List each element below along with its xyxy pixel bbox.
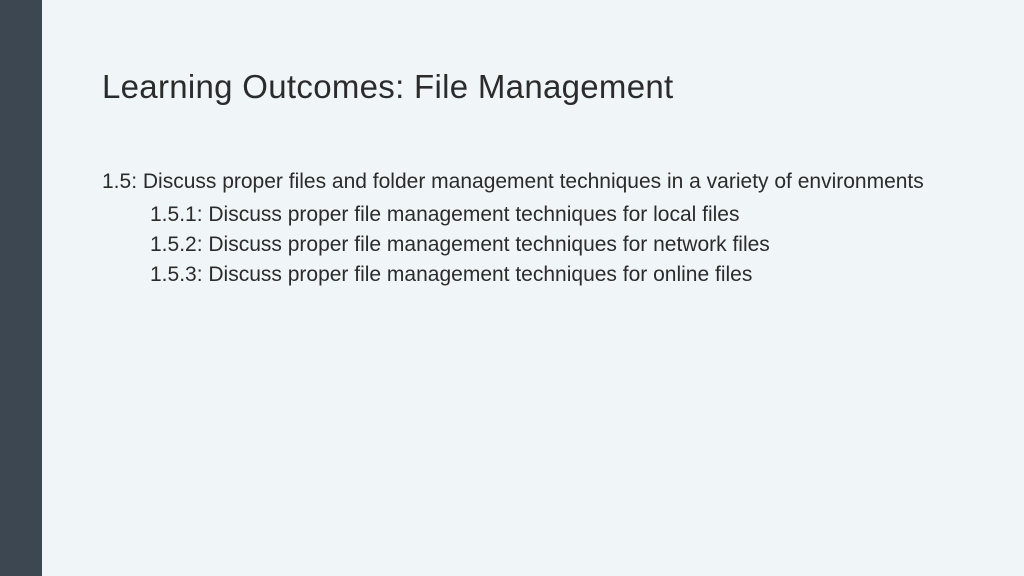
outcome-sub-list: 1.5.1: Discuss proper file management te…	[150, 200, 964, 289]
slide-title: Learning Outcomes: File Management	[102, 68, 964, 106]
sidebar-accent	[0, 0, 42, 576]
slide-content: Learning Outcomes: File Management 1.5: …	[42, 0, 1024, 290]
outcome-sub-item: 1.5.1: Discuss proper file management te…	[150, 200, 964, 230]
slide: Learning Outcomes: File Management 1.5: …	[0, 0, 1024, 576]
outcome-sub-item: 1.5.2: Discuss proper file management te…	[150, 230, 964, 260]
outcome-sub-item: 1.5.3: Discuss proper file management te…	[150, 260, 964, 290]
outcome-main: 1.5: Discuss proper files and folder man…	[102, 168, 964, 196]
